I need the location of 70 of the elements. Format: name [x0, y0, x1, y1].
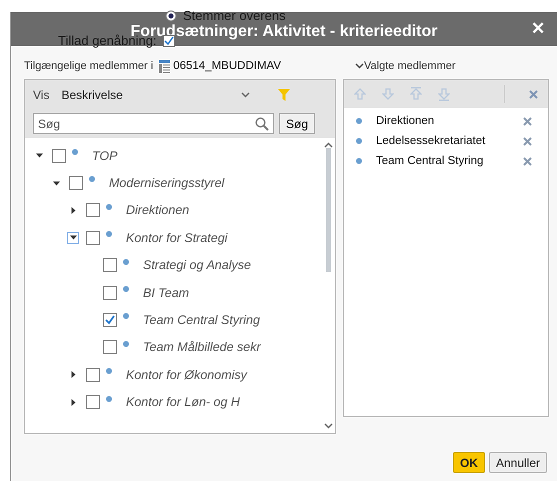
view-dropdown[interactable]: Beskrivelse: [61, 88, 123, 102]
tree-item-label[interactable]: Kontor for Løn- og H: [126, 395, 240, 410]
tree-item-label[interactable]: TOP: [92, 148, 118, 163]
member-dot-icon: [123, 313, 129, 320]
checkbox[interactable]: [52, 148, 66, 163]
checkbox[interactable]: [69, 176, 83, 190]
dimension-name: 06514_MBUDDIMAV: [173, 60, 282, 72]
caret-down-icon: [52, 180, 60, 187]
table-icon: [159, 60, 170, 72]
caret-right-icon: [70, 398, 76, 406]
member-dot-icon: [72, 149, 78, 155]
member-dot-icon: [123, 286, 129, 292]
checkbox[interactable]: [86, 395, 100, 410]
scrollbar-thumb[interactable]: [326, 148, 330, 272]
available-members-label: Tilgængelige medlemmer i: [24, 60, 154, 72]
remove-icon: [523, 156, 532, 166]
tree-item-label[interactable]: Strategi og Analyse: [143, 258, 251, 272]
cancel-button[interactable]: Annuller: [488, 452, 547, 473]
member-dot-icon: [356, 158, 362, 164]
member-dot-icon: [356, 138, 362, 144]
member-dot-icon: [106, 204, 112, 210]
search-button[interactable]: Søg: [278, 113, 315, 134]
tree-item-label[interactable]: Direktionen: [126, 203, 190, 218]
remove-icon: [523, 136, 532, 146]
view-label: Vis: [33, 88, 50, 102]
remove-button[interactable]: [521, 116, 534, 126]
background-label: Stemmer overens: [183, 8, 286, 23]
remove-button[interactable]: [521, 136, 534, 146]
member-dot-icon: [106, 396, 112, 402]
search-field[interactable]: Søg: [33, 113, 274, 134]
checkbox[interactable]: [103, 313, 117, 328]
scroll-down-icon[interactable]: [324, 423, 332, 429]
tree-item-label[interactable]: Moderniseringsstyrel: [109, 176, 224, 190]
caret-down-icon: [36, 152, 42, 160]
ok-button[interactable]: OK: [452, 452, 485, 473]
remove-button[interactable]: [521, 156, 534, 166]
caret-icon[interactable]: [240, 92, 250, 98]
tree-item-label[interactable]: Kontor for Økonomisy: [126, 368, 247, 382]
caret-right-icon: [70, 206, 76, 214]
checkbox[interactable]: [86, 368, 100, 382]
checkbox[interactable]: [103, 286, 117, 300]
expand-toggle[interactable]: [67, 232, 79, 244]
caret-right-icon: [70, 371, 76, 378]
checkbox[interactable]: [103, 340, 117, 354]
member-dot-icon: [89, 176, 95, 182]
checkbox[interactable]: [103, 258, 117, 272]
member-dot-icon: [123, 258, 129, 265]
clear-all-button[interactable]: [527, 90, 540, 98]
remove-icon: [529, 90, 538, 98]
selected-member[interactable]: Team Central Styring: [376, 155, 521, 167]
remove-icon: [523, 116, 532, 126]
search-icon: [254, 116, 269, 130]
tree-item-label[interactable]: Team Central Styring: [143, 313, 260, 328]
tree-item-label[interactable]: Team Målbillede sekr: [143, 340, 261, 354]
search-input[interactable]: Søg: [38, 116, 255, 130]
checkbox[interactable]: [86, 203, 100, 218]
member-dot-icon: [123, 340, 129, 347]
member-dot-icon: [356, 118, 362, 124]
caret-down-icon: [70, 234, 76, 242]
tree-item-label[interactable]: BI Team: [143, 286, 190, 300]
close-button[interactable]: ✕: [529, 18, 547, 39]
selected-member[interactable]: Ledelsessekretariatet: [376, 135, 521, 147]
scroll-up-icon[interactable]: [324, 142, 332, 148]
member-dot-icon: [106, 368, 112, 374]
tree-item-label[interactable]: Kontor for Strategi: [126, 230, 228, 245]
selected-members-label: Valgte medlemmer: [364, 60, 456, 72]
caret-icon[interactable]: [355, 61, 364, 71]
member-dot-icon: [106, 231, 112, 238]
checkbox[interactable]: [86, 230, 100, 245]
selected-member[interactable]: Direktionen: [376, 115, 521, 127]
